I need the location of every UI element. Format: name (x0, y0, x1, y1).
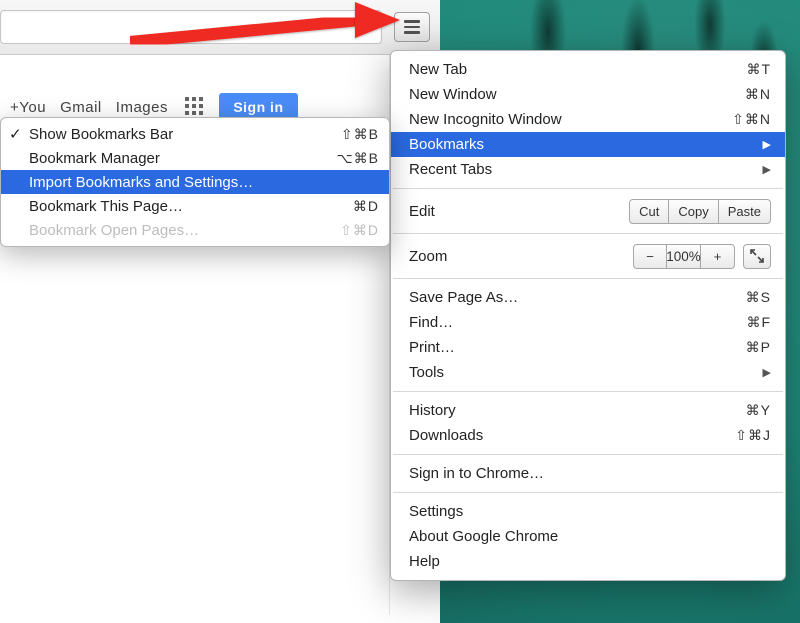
chrome-main-menu: New Tab ⌘T New Window ⌘N New Incognito W… (390, 50, 786, 581)
submenu-item-show-bookmarks-bar[interactable]: ✓ Show Bookmarks Bar ⇧⌘B (1, 122, 389, 146)
shortcut-label: ⌥⌘B (337, 150, 379, 167)
menu-separator (393, 278, 783, 279)
menu-item-label: Bookmark Open Pages… (29, 222, 340, 239)
submenu-arrow-icon: ▶ (763, 163, 771, 176)
check-icon: ✓ (9, 125, 22, 143)
menu-separator (393, 233, 783, 234)
menu-row-zoom: Zoom − 100% + (391, 240, 785, 272)
menu-item-label: Save Page As… (409, 289, 746, 306)
menu-item-signin-chrome[interactable]: Sign in to Chrome… (391, 461, 785, 486)
menu-item-label: New Tab (409, 61, 746, 78)
menu-item-new-tab[interactable]: New Tab ⌘T (391, 57, 785, 82)
menu-item-label: Edit (409, 203, 629, 220)
shortcut-label: ⇧⌘D (340, 222, 379, 239)
menu-item-label: New Incognito Window (409, 111, 732, 128)
menu-item-label: Downloads (409, 427, 735, 444)
browser-toolbar (0, 0, 440, 55)
menu-item-recent-tabs[interactable]: Recent Tabs ▶ (391, 157, 785, 182)
submenu-item-bookmark-manager[interactable]: Bookmark Manager ⌥⌘B (1, 146, 389, 170)
menu-item-label: Bookmark Manager (29, 150, 337, 167)
menu-item-bookmarks[interactable]: Bookmarks ▶ (391, 132, 785, 157)
menu-item-tools[interactable]: Tools ▶ (391, 360, 785, 385)
menu-item-settings[interactable]: Settings (391, 499, 785, 524)
menu-item-help[interactable]: Help (391, 549, 785, 574)
fullscreen-button[interactable] (743, 244, 771, 269)
menu-item-print[interactable]: Print… ⌘P (391, 335, 785, 360)
menu-separator (393, 454, 783, 455)
shortcut-label: ⌘N (745, 86, 771, 103)
menu-item-label: Settings (409, 503, 771, 520)
chrome-menu-button[interactable] (394, 12, 430, 42)
menu-item-save-page[interactable]: Save Page As… ⌘S (391, 285, 785, 310)
submenu-arrow-icon: ▶ (763, 138, 771, 151)
bookmarks-submenu: ✓ Show Bookmarks Bar ⇧⌘B Bookmark Manage… (0, 117, 390, 247)
apps-grid-icon[interactable] (185, 97, 203, 119)
menu-item-label: Show Bookmarks Bar (29, 126, 341, 143)
menu-item-label: About Google Chrome (409, 528, 771, 545)
submenu-item-bookmark-open-pages: Bookmark Open Pages… ⇧⌘D (1, 218, 389, 242)
shortcut-label: ⌘S (746, 289, 771, 306)
menu-item-new-incognito[interactable]: New Incognito Window ⇧⌘N (391, 107, 785, 132)
menu-item-new-window[interactable]: New Window ⌘N (391, 82, 785, 107)
menu-item-find[interactable]: Find… ⌘F (391, 310, 785, 335)
menu-item-label: History (409, 402, 746, 419)
menu-item-label: Print… (409, 339, 746, 356)
menu-item-label: Find… (409, 314, 746, 331)
paste-button[interactable]: Paste (719, 199, 771, 224)
menu-item-label: Sign in to Chrome… (409, 465, 771, 482)
menu-separator (393, 492, 783, 493)
menu-item-label: Help (409, 553, 771, 570)
menu-item-label: Zoom (409, 248, 633, 265)
shortcut-label: ⇧⌘B (341, 126, 379, 143)
copy-button[interactable]: Copy (669, 199, 718, 224)
shortcut-label: ⌘D (353, 198, 379, 215)
menu-row-edit: Edit Cut Copy Paste (391, 195, 785, 227)
menu-item-about[interactable]: About Google Chrome (391, 524, 785, 549)
menu-item-label: Bookmark This Page… (29, 198, 353, 215)
menu-item-label: Recent Tabs (409, 161, 757, 178)
shortcut-label: ⌘P (746, 339, 771, 356)
zoom-out-button[interactable]: − (633, 244, 667, 269)
shortcut-label: ⌘Y (746, 402, 771, 419)
menu-item-label: Import Bookmarks and Settings… (29, 174, 379, 191)
shortcut-label: ⌘T (746, 61, 771, 78)
nav-link-you[interactable]: +You (10, 99, 46, 116)
nav-link-images[interactable]: Images (116, 99, 168, 116)
bookmark-star-icon[interactable] (355, 16, 373, 38)
submenu-arrow-icon: ▶ (763, 366, 771, 379)
fullscreen-icon (750, 249, 764, 263)
menu-item-label: Tools (409, 364, 757, 381)
cut-button[interactable]: Cut (629, 199, 669, 224)
zoom-level: 100% (667, 244, 701, 269)
zoom-in-button[interactable]: + (701, 244, 735, 269)
edit-button-group: Cut Copy Paste (629, 199, 771, 224)
menu-item-label: Bookmarks (409, 136, 757, 153)
hamburger-icon (404, 20, 420, 34)
menu-item-history[interactable]: History ⌘Y (391, 398, 785, 423)
zoom-button-group: − 100% + (633, 244, 735, 269)
address-bar[interactable] (0, 10, 382, 44)
submenu-item-bookmark-this-page[interactable]: Bookmark This Page… ⌘D (1, 194, 389, 218)
menu-item-label: New Window (409, 86, 745, 103)
menu-item-downloads[interactable]: Downloads ⇧⌘J (391, 423, 785, 448)
shortcut-label: ⇧⌘N (732, 111, 771, 128)
nav-link-gmail[interactable]: Gmail (60, 99, 102, 116)
submenu-item-import-bookmarks[interactable]: Import Bookmarks and Settings… (1, 170, 389, 194)
shortcut-label: ⇧⌘J (735, 427, 771, 444)
menu-separator (393, 391, 783, 392)
shortcut-label: ⌘F (746, 314, 771, 331)
menu-separator (393, 188, 783, 189)
